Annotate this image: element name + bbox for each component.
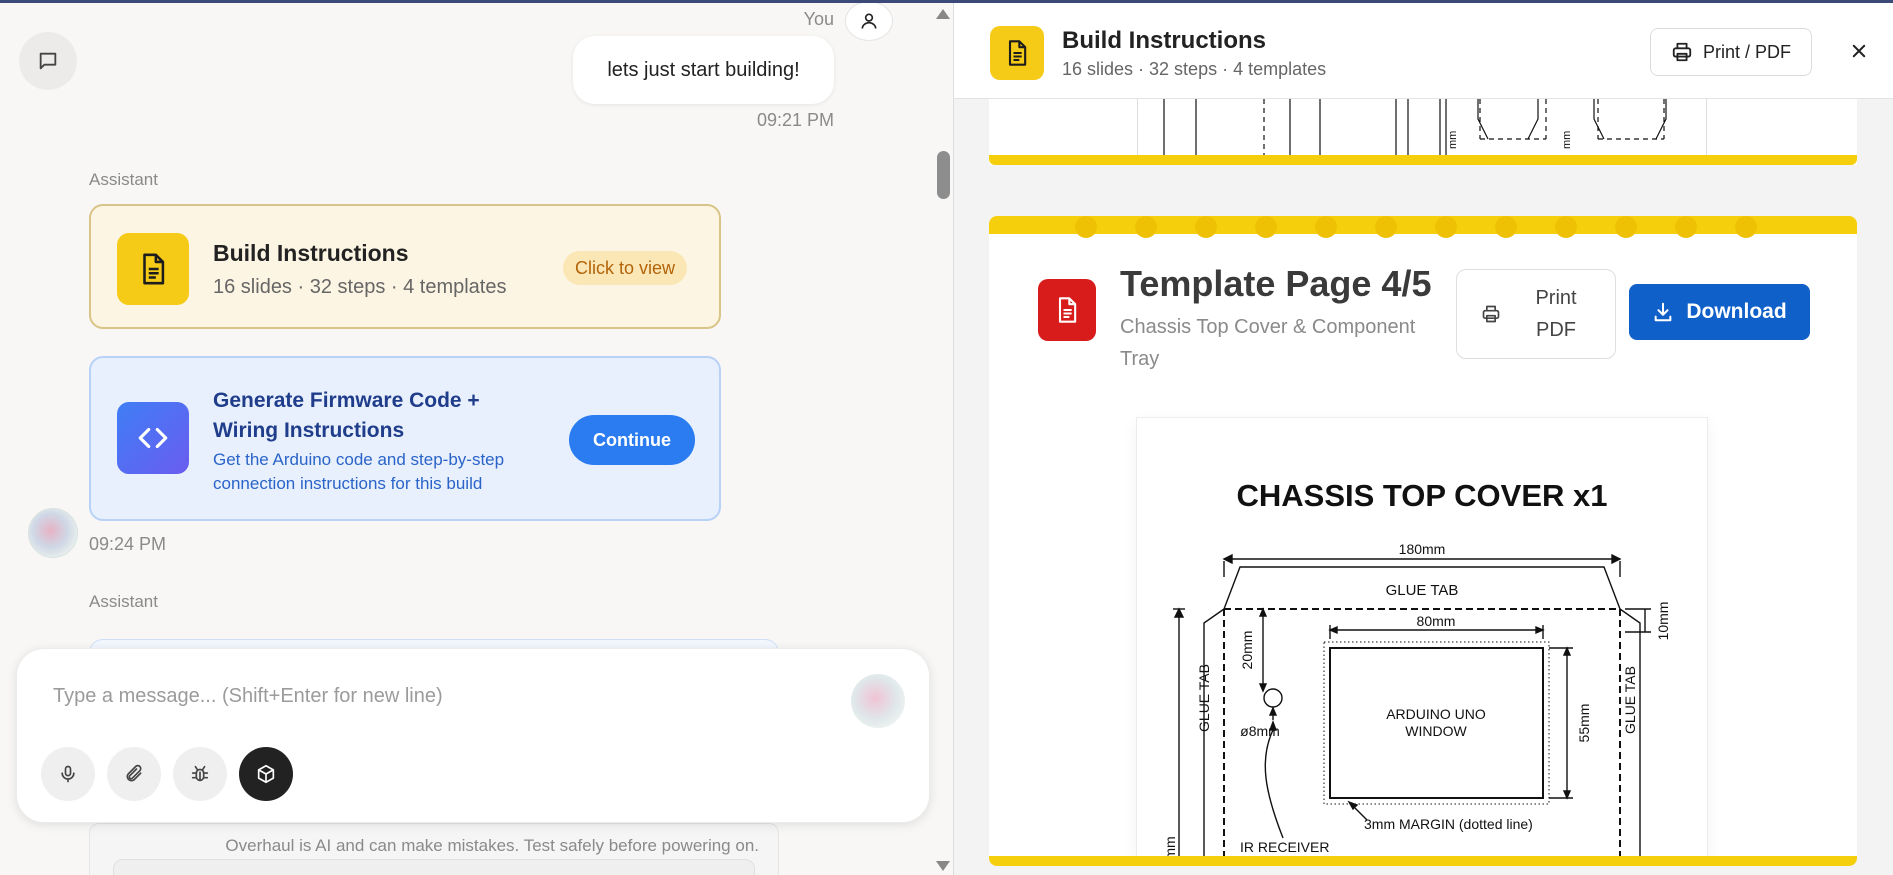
binder-hole	[1195, 216, 1217, 238]
template-page-subtitle: Chassis Top Cover & Component Tray	[1120, 316, 1416, 370]
previous-slide-yellow-bar	[989, 155, 1857, 165]
code-icon	[117, 402, 189, 474]
close-icon	[1852, 44, 1866, 58]
dim-window-width-label: 80mm	[1417, 613, 1456, 629]
firmware-card-title: Generate Firmware Code + Wiring Instruct…	[213, 389, 480, 442]
user-avatar	[845, 3, 893, 41]
ir-receiver-label: IR RECEIVER	[1240, 839, 1329, 855]
dim-offset-label: 20mm	[1239, 631, 1255, 670]
scrollbar-thumb[interactable]	[937, 151, 950, 199]
dim-width-label: 180mm	[1399, 541, 1446, 557]
binder-hole	[1495, 216, 1517, 238]
partially-hidden-pill	[113, 859, 755, 875]
continue-button[interactable]: Continue	[569, 415, 695, 465]
chassis-top-cover-diagram: 180mm GLUE TAB GLUE TAB GLUE TAB 80mm 20…	[1162, 541, 1671, 858]
binder-hole	[1075, 216, 1097, 238]
user-message: lets just start building!	[573, 36, 834, 104]
user-icon	[861, 13, 877, 29]
microphone-icon	[61, 765, 75, 783]
download-button[interactable]: Download	[1629, 284, 1810, 340]
cube-icon	[257, 764, 275, 784]
document-icon	[117, 233, 189, 305]
printer-icon	[1482, 305, 1500, 323]
glue-tab-left-label: GLUE TAB	[1196, 664, 1212, 732]
assistant-message-time: 09:24 PM	[89, 534, 167, 554]
previous-slide-fragment: mm mm	[989, 99, 1857, 165]
margin-note-label: 3mm MARGIN (dotted line)	[1364, 816, 1533, 832]
assistant-avatar	[28, 508, 78, 558]
template-sheet: CHASSIS TOP COVER x1 180mm GLUE TAB GLUE…	[1137, 418, 1707, 858]
binder-hole	[1375, 216, 1397, 238]
message-composer: Type a message... (Shift+Enter for new l…	[16, 648, 930, 823]
printer-icon	[1672, 42, 1692, 62]
dim-window-height-label: 55mm	[1576, 704, 1592, 743]
microphone-button[interactable]	[41, 747, 95, 801]
binder-hole	[1615, 216, 1637, 238]
binder-hole	[1255, 216, 1277, 238]
dim-left-mm-label: mm	[1162, 836, 1178, 858]
debug-button[interactable]	[173, 747, 227, 801]
build-mode-button[interactable]	[239, 747, 293, 801]
binder-hole	[1675, 216, 1697, 238]
chat-pane: You lets just start building! 09:21 PM A…	[0, 3, 953, 875]
previous-template-fragment: mm mm	[1137, 99, 1707, 157]
prev-fragment-mm-label-2: mm	[1561, 131, 1573, 149]
print-pdf-label: Print / PDF	[1702, 41, 1791, 62]
scroll-down-arrow-icon[interactable]	[936, 861, 950, 871]
firmware-card[interactable]: Generate Firmware Code + Wiring Instruct…	[89, 356, 721, 521]
binder-hole	[1435, 216, 1457, 238]
chat-bubble-icon	[39, 52, 57, 70]
binder-hole	[1555, 216, 1577, 238]
hole-diameter-label: ø8mm	[1240, 723, 1280, 739]
disclaimer-text: Overhaul is AI and can make mistakes. Te…	[225, 836, 759, 855]
glue-tab-top-label: GLUE TAB	[1386, 582, 1459, 599]
scroll-up-arrow-icon[interactable]	[936, 9, 950, 19]
message-input[interactable]: Type a message... (Shift+Enter for new l…	[53, 685, 443, 708]
binder-hole	[1735, 216, 1757, 238]
download-label: Download	[1686, 300, 1787, 323]
user-label: You	[803, 9, 834, 29]
pdf-document-icon	[1038, 279, 1096, 341]
document-icon	[990, 26, 1044, 80]
glue-tab-right-label: GLUE TAB	[1622, 666, 1638, 734]
slide-yellow-top-bar	[989, 216, 1857, 234]
chat-toggle-button[interactable]	[19, 32, 77, 90]
viewer-header: Build Instructions 16 slides · 32 steps …	[954, 3, 1893, 99]
bug-icon	[191, 765, 209, 782]
attach-button[interactable]	[107, 747, 161, 801]
click-to-view-badge[interactable]: Click to view	[563, 251, 688, 285]
prev-fragment-mm-label-1: mm	[1447, 131, 1459, 149]
user-message-time: 09:21 PM	[756, 110, 834, 130]
assistant-orb	[851, 674, 905, 728]
firmware-card-subtitle: Get the Arduino code and step-by-step co…	[213, 450, 505, 493]
close-button[interactable]	[1844, 36, 1874, 66]
template-slide: Template Page 4/5 Chassis Top Cover & Co…	[989, 216, 1857, 866]
build-instructions-card[interactable]: Build Instructions 16 slides · 32 steps …	[89, 204, 721, 329]
window-label-2: WINDOW	[1405, 723, 1467, 739]
slide-yellow-bottom-bar	[989, 856, 1857, 866]
dim-tab-height-label: 10mm	[1655, 602, 1671, 641]
build-card-subtitle: 16 slides · 32 steps · 4 templates	[213, 276, 507, 298]
slide-print-pdf-label: Print PDF	[1535, 287, 1577, 341]
paperclip-icon	[126, 764, 142, 782]
chat-scrollbar[interactable]	[934, 3, 953, 875]
print-pdf-button[interactable]: Print / PDF	[1650, 28, 1812, 76]
window-label-1: ARDUINO UNO	[1386, 706, 1486, 722]
viewer-subtitle: 16 slides · 32 steps · 4 templates	[1062, 59, 1327, 79]
assistant-label-2: Assistant	[89, 592, 158, 611]
viewer-title: Build Instructions	[1062, 27, 1266, 54]
template-page-title: Template Page 4/5	[1120, 263, 1432, 304]
slide-print-pdf-button[interactable]: Print PDF	[1456, 269, 1616, 359]
binder-hole	[1315, 216, 1337, 238]
binder-hole	[1135, 216, 1157, 238]
download-icon	[1654, 302, 1672, 322]
build-card-title: Build Instructions	[213, 240, 409, 266]
assistant-label: Assistant	[89, 170, 158, 189]
instructions-viewer: Build Instructions 16 slides · 32 steps …	[954, 3, 1893, 875]
